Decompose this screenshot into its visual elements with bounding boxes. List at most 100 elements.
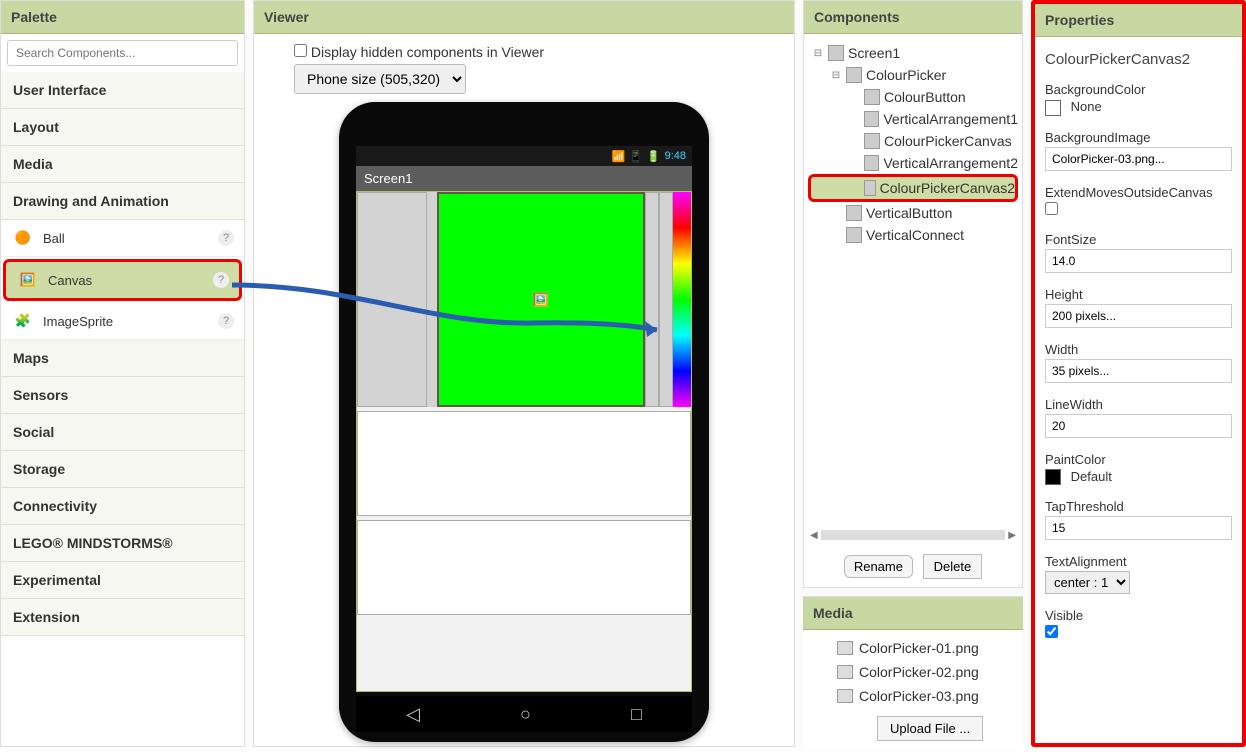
tree-node-colourpickercanvas[interactable]: ColourPickerCanvas xyxy=(808,130,1018,152)
phone-size-select[interactable]: Phone size (505,320) xyxy=(294,64,466,94)
visible-checkbox[interactable] xyxy=(1045,625,1058,638)
palette-item-ball[interactable]: 🟠 Ball ? xyxy=(1,220,244,257)
tree-node-screen1[interactable]: ⊟ Screen1 xyxy=(808,42,1018,64)
component-icon xyxy=(864,89,880,105)
tree-node-colourpickercanvas2[interactable]: ColourPickerCanvas2 xyxy=(808,174,1018,202)
scroll-left-icon[interactable]: ◀ xyxy=(810,530,818,541)
palette-header: Palette xyxy=(1,1,244,34)
vertical-connect[interactable] xyxy=(357,520,691,615)
prop-label: LineWidth xyxy=(1045,397,1232,412)
nav-bar: ◁ ○ □ xyxy=(356,696,692,732)
prop-label: ExtendMovesOutsideCanvas xyxy=(1045,185,1232,200)
phone-content[interactable]: 🖼️ xyxy=(356,191,692,692)
tree-node-verticalbutton[interactable]: VerticalButton xyxy=(808,202,1018,224)
home-icon[interactable]: ○ xyxy=(520,704,531,725)
color-chip[interactable] xyxy=(1045,469,1061,485)
component-icon xyxy=(828,45,844,61)
category-connectivity[interactable]: Connectivity xyxy=(1,488,244,525)
category-social[interactable]: Social xyxy=(1,414,244,451)
media-file[interactable]: ColorPicker-02.png xyxy=(807,660,1019,684)
vertical-button[interactable] xyxy=(357,411,691,516)
tree-node-label: ColourButton xyxy=(884,89,966,105)
expand-icon[interactable]: ⊟ xyxy=(830,70,842,81)
scroll-right-icon[interactable]: ▶ xyxy=(1008,530,1016,541)
tree-node-verticalarrangement1[interactable]: VerticalArrangement1 xyxy=(808,108,1018,130)
back-icon[interactable]: ◁ xyxy=(406,704,420,725)
drag-ghost-icon: 🖼️ xyxy=(533,292,549,308)
category-layout[interactable]: Layout xyxy=(1,109,244,146)
rename-button[interactable]: Rename xyxy=(844,555,913,578)
palette-item-label: ImageSprite xyxy=(43,314,113,329)
signal-icon: 📱 xyxy=(629,150,643,163)
prop-label: BackgroundImage xyxy=(1045,130,1232,145)
tree-node-label: VerticalArrangement1 xyxy=(883,111,1018,127)
category-storage[interactable]: Storage xyxy=(1,451,244,488)
display-hidden-checkbox[interactable] xyxy=(294,44,307,57)
tree-node-colourpicker[interactable]: ⊟ColourPicker xyxy=(808,64,1018,86)
battery-icon: 🔋 xyxy=(647,150,661,163)
textalignment-select[interactable]: center : 1 xyxy=(1045,571,1130,594)
media-file[interactable]: ColorPicker-01.png xyxy=(807,636,1019,660)
search-input[interactable] xyxy=(7,40,238,66)
category-extension[interactable]: Extension xyxy=(1,599,244,636)
component-icon xyxy=(864,133,880,149)
screen-title: Screen1 xyxy=(356,166,692,191)
help-icon[interactable]: ? xyxy=(218,230,234,246)
phone-frame: 📶 📱 🔋 9:48 Screen1 🖼️ xyxy=(339,102,709,742)
display-hidden-label[interactable]: Display hidden components in Viewer xyxy=(294,44,544,60)
category-lego[interactable]: LEGO® MINDSTORMS® xyxy=(1,525,244,562)
colour-picker-canvas2[interactable] xyxy=(673,192,691,407)
help-icon[interactable]: ? xyxy=(213,272,229,288)
palette-item-label: Canvas xyxy=(48,273,92,288)
width-input[interactable] xyxy=(1045,359,1232,383)
color-chip[interactable] xyxy=(1045,100,1061,116)
delete-button[interactable]: Delete xyxy=(923,554,983,579)
tree-node-verticalconnect[interactable]: VerticalConnect xyxy=(808,224,1018,246)
palette-item-canvas[interactable]: 🖼️ Canvas ? xyxy=(3,259,242,301)
tree-scrollbar[interactable]: ◀ ▶ xyxy=(810,528,1016,542)
extend-moves-checkbox[interactable] xyxy=(1045,202,1058,215)
height-input[interactable] xyxy=(1045,304,1232,328)
upload-button[interactable]: Upload File ... xyxy=(877,716,983,741)
category-media[interactable]: Media xyxy=(1,146,244,183)
colour-picker-canvas[interactable]: 🖼️ xyxy=(437,192,645,407)
linewidth-input[interactable] xyxy=(1045,414,1232,438)
tapthreshold-input[interactable] xyxy=(1045,516,1232,540)
spacer xyxy=(659,192,673,407)
category-maps[interactable]: Maps xyxy=(1,340,244,377)
sprite-icon: 🧩 xyxy=(13,311,33,331)
background-image-input[interactable] xyxy=(1045,147,1232,171)
v-arrangement2 xyxy=(645,192,659,407)
media-file[interactable]: ColorPicker-03.png xyxy=(807,684,1019,708)
component-tree[interactable]: ⊟ Screen1 ⊟ColourPicker ColourButton Vertica… xyxy=(804,34,1022,524)
tree-node-label: Screen1 xyxy=(848,45,900,61)
components-header: Components xyxy=(804,1,1022,34)
category-sensors[interactable]: Sensors xyxy=(1,377,244,414)
expand-icon[interactable]: ⊟ xyxy=(812,48,824,59)
prop-label: PaintColor xyxy=(1045,452,1232,467)
tree-node-label: ColourPickerCanvas xyxy=(884,133,1012,149)
prop-value[interactable]: None xyxy=(1071,99,1102,114)
prop-value[interactable]: Default xyxy=(1071,469,1112,484)
category-user-interface[interactable]: User Interface xyxy=(1,72,244,109)
palette-item-imagesprite[interactable]: 🧩 ImageSprite ? xyxy=(1,303,244,340)
colour-button[interactable] xyxy=(357,192,427,407)
ball-icon: 🟠 xyxy=(13,228,33,248)
tree-node-label: ColourPickerCanvas2 xyxy=(880,180,1015,196)
image-icon xyxy=(837,641,853,655)
tree-node-colourbutton[interactable]: ColourButton xyxy=(808,86,1018,108)
help-icon[interactable]: ? xyxy=(218,313,234,329)
tree-node-label: VerticalConnect xyxy=(866,227,964,243)
category-drawing[interactable]: Drawing and Animation xyxy=(1,183,244,220)
palette-search xyxy=(7,40,238,66)
viewer-header: Viewer xyxy=(254,1,794,34)
scroll-track[interactable] xyxy=(821,530,1006,540)
tree-node-verticalarrangement2[interactable]: VerticalArrangement2 xyxy=(808,152,1018,174)
fontsize-input[interactable] xyxy=(1045,249,1232,273)
recent-icon[interactable]: □ xyxy=(631,704,642,725)
prop-label: TapThreshold xyxy=(1045,499,1232,514)
phone-screen[interactable]: 📶 📱 🔋 9:48 Screen1 🖼️ xyxy=(356,146,692,692)
category-experimental[interactable]: Experimental xyxy=(1,562,244,599)
wifi-icon: 📶 xyxy=(611,150,625,163)
image-icon xyxy=(837,665,853,679)
